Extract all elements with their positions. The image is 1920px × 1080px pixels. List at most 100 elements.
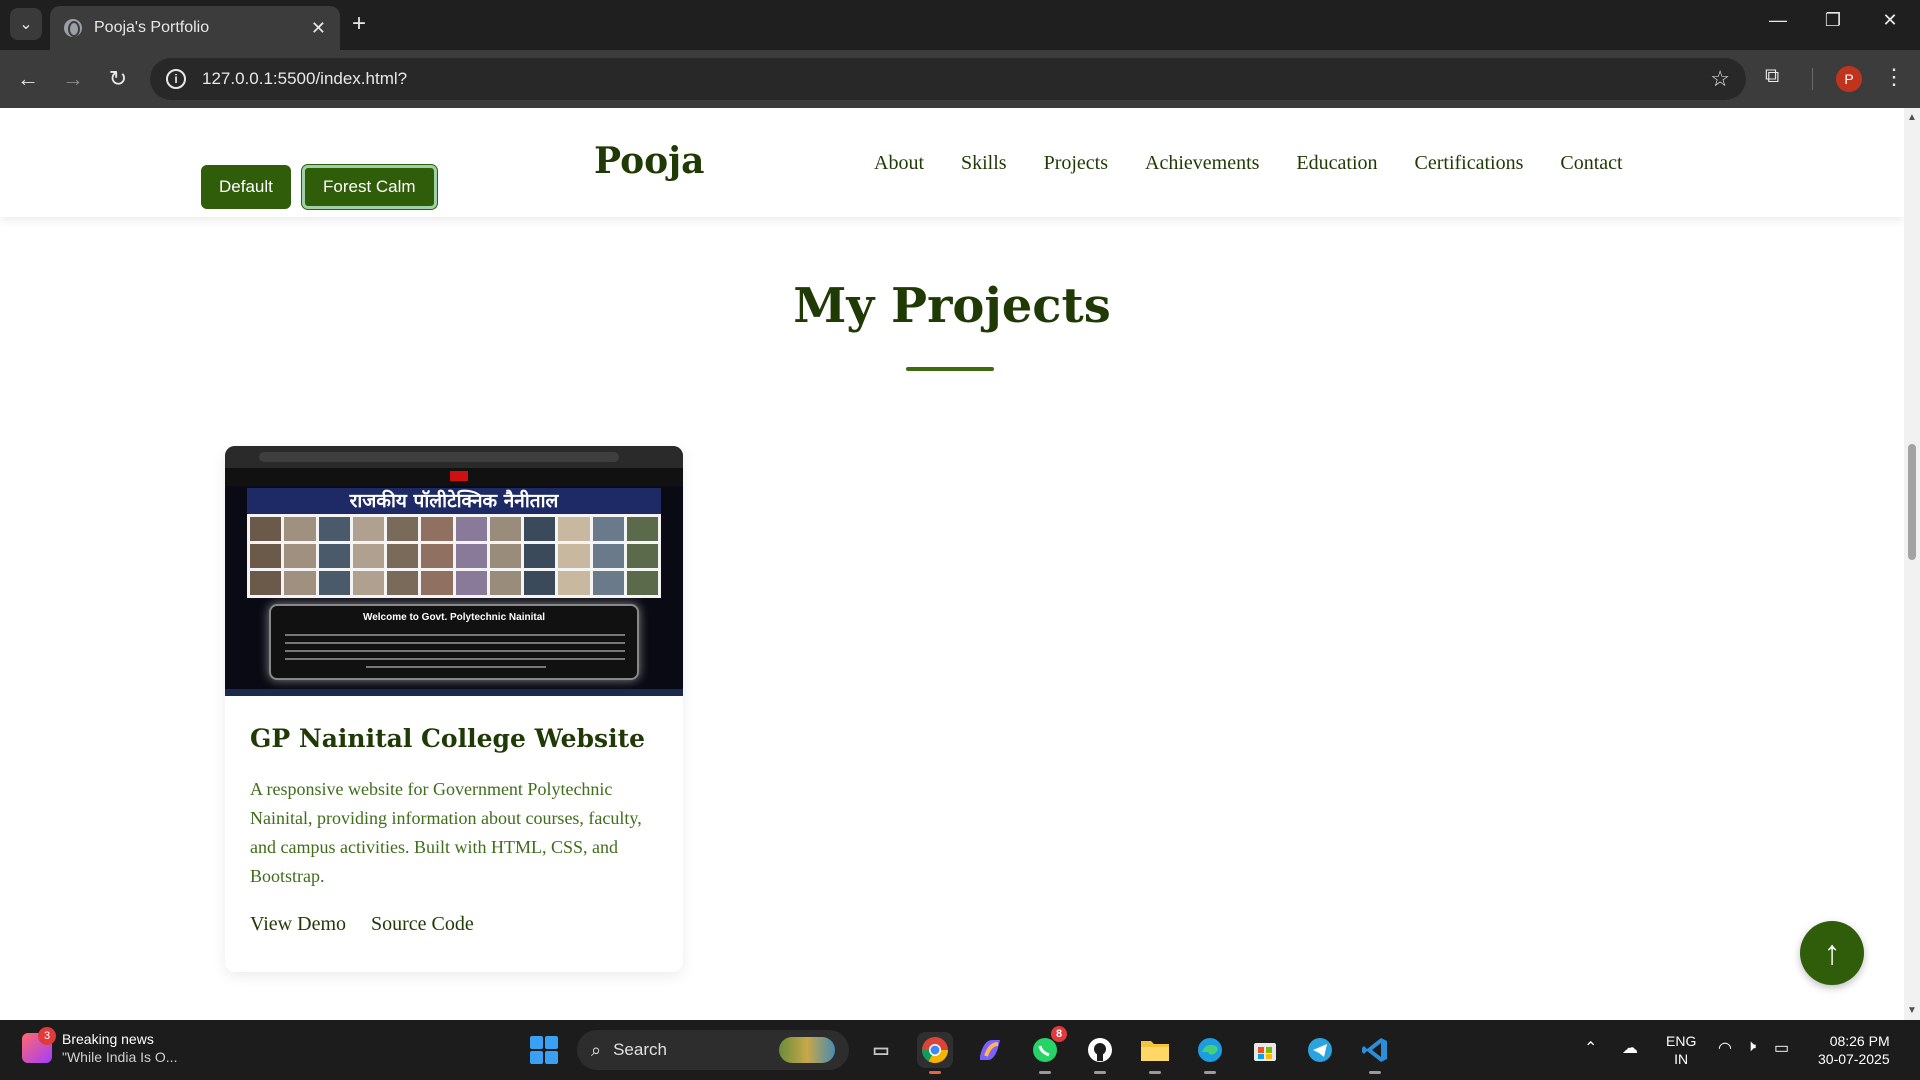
collage-photo bbox=[626, 571, 658, 595]
collage-photo bbox=[489, 571, 521, 595]
collage-photo bbox=[558, 517, 590, 541]
browser-tab[interactable]: Pooja's Portfolio ✕ bbox=[50, 6, 340, 50]
collage-photo bbox=[421, 517, 453, 541]
collage-photo bbox=[352, 544, 384, 568]
nav-about[interactable]: About bbox=[874, 152, 924, 175]
site-brand[interactable]: Pooja bbox=[594, 140, 704, 182]
whatsapp-icon[interactable]: 8 bbox=[1027, 1026, 1067, 1074]
profile-avatar[interactable]: P bbox=[1836, 66, 1862, 92]
screenshot-taskbar bbox=[225, 689, 683, 696]
site-info-icon[interactable]: i bbox=[166, 69, 186, 89]
collage-photo bbox=[284, 571, 316, 595]
bookmark-star-icon[interactable]: ☆ bbox=[1710, 66, 1730, 92]
wifi-icon[interactable]: ◠ bbox=[1718, 1038, 1732, 1058]
volume-icon[interactable]: 🕨 bbox=[1746, 1038, 1756, 1056]
screenshot-banner: राजकीय पॉलीटेक्निक नैनीताल bbox=[247, 488, 661, 514]
collage-photo bbox=[352, 517, 384, 541]
page-viewport: Default Forest Calm Pooja About Skills P… bbox=[0, 108, 1904, 1020]
reload-icon[interactable]: ↻ bbox=[102, 63, 134, 95]
task-view-icon[interactable]: ▭ bbox=[863, 1032, 899, 1068]
news-subtitle: "While India Is O... bbox=[62, 1049, 178, 1065]
copilot-icon[interactable] bbox=[972, 1032, 1008, 1068]
collage-photo bbox=[387, 544, 419, 568]
github-icon[interactable] bbox=[1082, 1032, 1118, 1074]
collage-photo bbox=[421, 571, 453, 595]
project-title: GP Nainital College Website bbox=[250, 724, 646, 753]
collage-photo bbox=[524, 517, 556, 541]
chrome-icon[interactable] bbox=[917, 1032, 953, 1074]
telegram-icon[interactable] bbox=[1302, 1032, 1338, 1068]
url-input[interactable]: i 127.0.0.1:5500/index.html? ☆ bbox=[150, 58, 1746, 100]
tab-title: Pooja's Portfolio bbox=[94, 19, 210, 36]
scroll-to-top-button[interactable]: ↑ bbox=[1800, 921, 1864, 985]
collage-photo bbox=[284, 544, 316, 568]
microsoft-store-icon[interactable] bbox=[1247, 1032, 1283, 1068]
clock-time: 08:26 PM bbox=[1829, 1033, 1890, 1049]
collage-photo bbox=[489, 544, 521, 568]
language-indicator[interactable]: ENG IN bbox=[1666, 1032, 1696, 1068]
taskbar-search[interactable]: ⌕ Search bbox=[577, 1030, 849, 1070]
nav-projects[interactable]: Projects bbox=[1044, 152, 1108, 175]
collage-photo bbox=[626, 517, 658, 541]
theme-default-button[interactable]: Default bbox=[201, 165, 291, 209]
menu-kebab-icon[interactable]: ⋮ bbox=[1883, 64, 1905, 90]
collage-photo bbox=[592, 517, 624, 541]
page-scrollbar[interactable]: ▲ ▼ bbox=[1904, 108, 1920, 1020]
edge-icon[interactable] bbox=[1192, 1032, 1228, 1074]
toolbar-divider bbox=[1812, 68, 1813, 90]
battery-icon[interactable]: ▭ bbox=[1774, 1038, 1789, 1058]
lang-secondary: IN bbox=[1674, 1051, 1689, 1067]
search-icon: ⌕ bbox=[591, 1039, 602, 1060]
collage-photo bbox=[284, 517, 316, 541]
search-highlight-image bbox=[779, 1037, 835, 1063]
tab-search-icon[interactable]: ⌄ bbox=[10, 8, 42, 40]
file-explorer-icon[interactable] bbox=[1137, 1032, 1173, 1074]
collage-photo bbox=[318, 571, 350, 595]
minimize-icon[interactable]: — bbox=[1758, 10, 1798, 31]
title-underline bbox=[906, 367, 994, 371]
collage-photo bbox=[250, 544, 282, 568]
onedrive-error-icon[interactable]: ☁ bbox=[1622, 1038, 1638, 1058]
scroll-down-arrow-icon[interactable]: ▼ bbox=[1907, 1005, 1917, 1016]
tray-overflow-icon[interactable]: ⌃ bbox=[1584, 1038, 1597, 1058]
theme-forest-calm-button[interactable]: Forest Calm bbox=[302, 165, 437, 209]
collage-photo bbox=[250, 517, 282, 541]
collage-photo bbox=[318, 544, 350, 568]
back-icon[interactable]: ← bbox=[12, 63, 44, 95]
nav-skills[interactable]: Skills bbox=[961, 152, 1007, 175]
windows-start-icon[interactable] bbox=[530, 1036, 558, 1064]
nav-education[interactable]: Education bbox=[1296, 152, 1377, 175]
scroll-up-arrow-icon[interactable]: ▲ bbox=[1907, 112, 1917, 123]
collage-photo bbox=[455, 544, 487, 568]
scrollbar-thumb[interactable] bbox=[1908, 444, 1916, 560]
screenshot-welcome-box: Welcome to Govt. Polytechnic Nainital bbox=[269, 604, 639, 680]
source-code-link[interactable]: Source Code bbox=[371, 913, 474, 936]
nav-achievements[interactable]: Achievements bbox=[1145, 152, 1259, 175]
collage-photo bbox=[352, 571, 384, 595]
screenshot-collage bbox=[247, 514, 661, 598]
project-description: A responsive website for Government Poly… bbox=[250, 779, 642, 886]
forward-icon[interactable]: → bbox=[57, 63, 89, 95]
collage-photo bbox=[250, 571, 282, 595]
collage-photo bbox=[524, 571, 556, 595]
screenshot-nav-highlight bbox=[450, 471, 468, 481]
vscode-icon[interactable] bbox=[1357, 1032, 1393, 1074]
new-tab-icon[interactable]: + bbox=[352, 10, 366, 38]
site-header: Default Forest Calm Pooja About Skills P… bbox=[0, 108, 1904, 217]
extensions-icon[interactable]: ⧉ bbox=[1765, 65, 1791, 91]
collage-photo bbox=[387, 517, 419, 541]
nav-contact[interactable]: Contact bbox=[1560, 152, 1622, 175]
news-title: Breaking news bbox=[62, 1031, 154, 1047]
view-demo-link[interactable]: View Demo bbox=[250, 913, 346, 936]
restore-icon[interactable]: ❐ bbox=[1813, 10, 1853, 31]
clock-date: 30-07-2025 bbox=[1818, 1051, 1890, 1067]
collage-photo bbox=[455, 517, 487, 541]
collage-photo bbox=[455, 571, 487, 595]
nav-certifications[interactable]: Certifications bbox=[1415, 152, 1524, 175]
system-clock[interactable]: 08:26 PM 30-07-2025 bbox=[1818, 1032, 1890, 1068]
close-window-icon[interactable]: ✕ bbox=[1870, 10, 1910, 31]
news-widget[interactable]: 3 Breaking news "While India Is O... bbox=[22, 1027, 178, 1066]
project-screenshot: राजकीय पॉलीटेक्निक नैनीताल Welcome to Go… bbox=[225, 446, 683, 696]
address-bar: ← → ↻ i 127.0.0.1:5500/index.html? ☆ ⧉ P… bbox=[0, 50, 1920, 108]
close-tab-icon[interactable]: ✕ bbox=[311, 18, 326, 39]
